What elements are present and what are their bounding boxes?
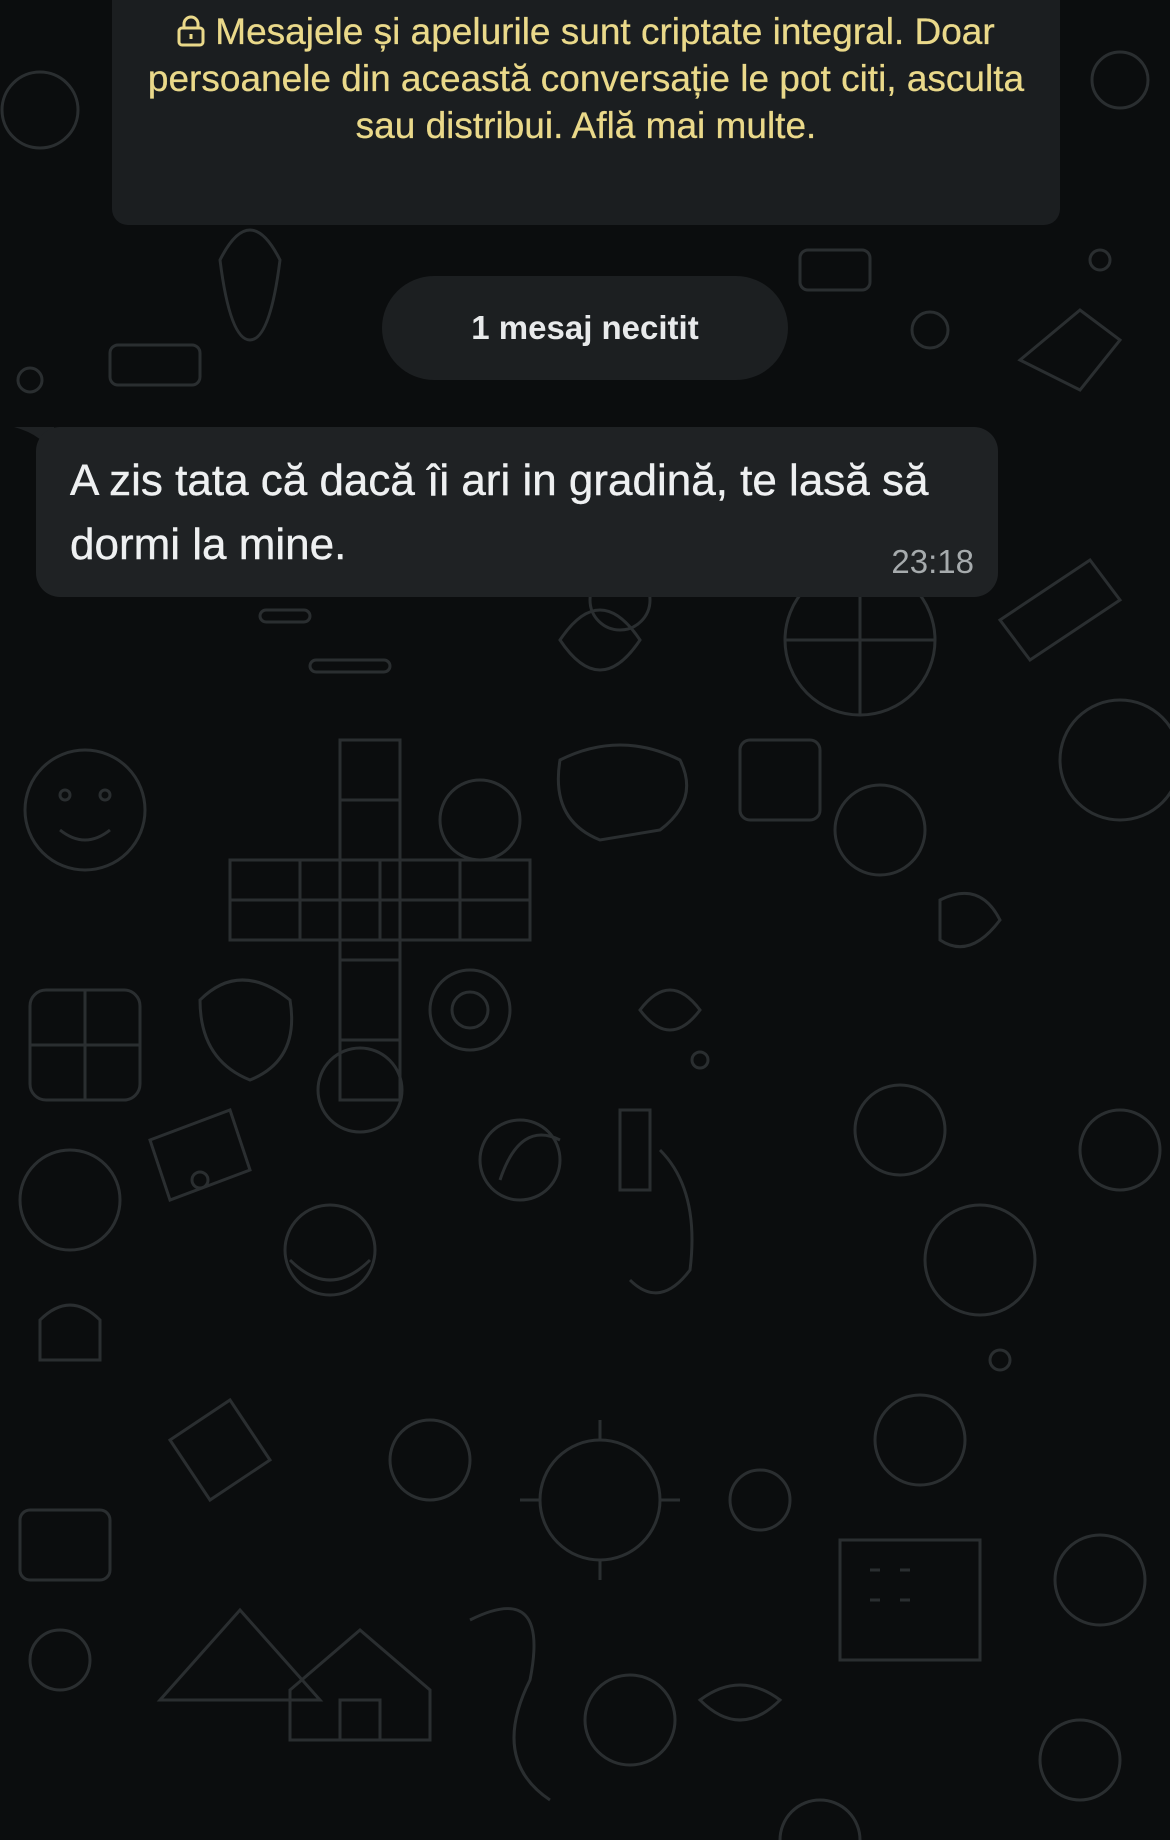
encryption-notice[interactable]: Mesajele și apelurile sunt criptate inte…: [112, 0, 1060, 225]
unread-messages-label: 1 mesaj necitit: [471, 309, 699, 346]
message-text: A zis tata că dacă îi ari in gradină, te…: [70, 456, 929, 569]
encryption-notice-text: Mesajele și apelurile sunt criptate inte…: [147, 11, 1025, 146]
incoming-message-bubble[interactable]: A zis tata că dacă îi ari in gradină, te…: [36, 427, 998, 597]
unread-messages-divider: 1 mesaj necitit: [382, 276, 788, 380]
message-timestamp: 23:18: [891, 543, 974, 580]
lock-icon: [177, 15, 205, 47]
